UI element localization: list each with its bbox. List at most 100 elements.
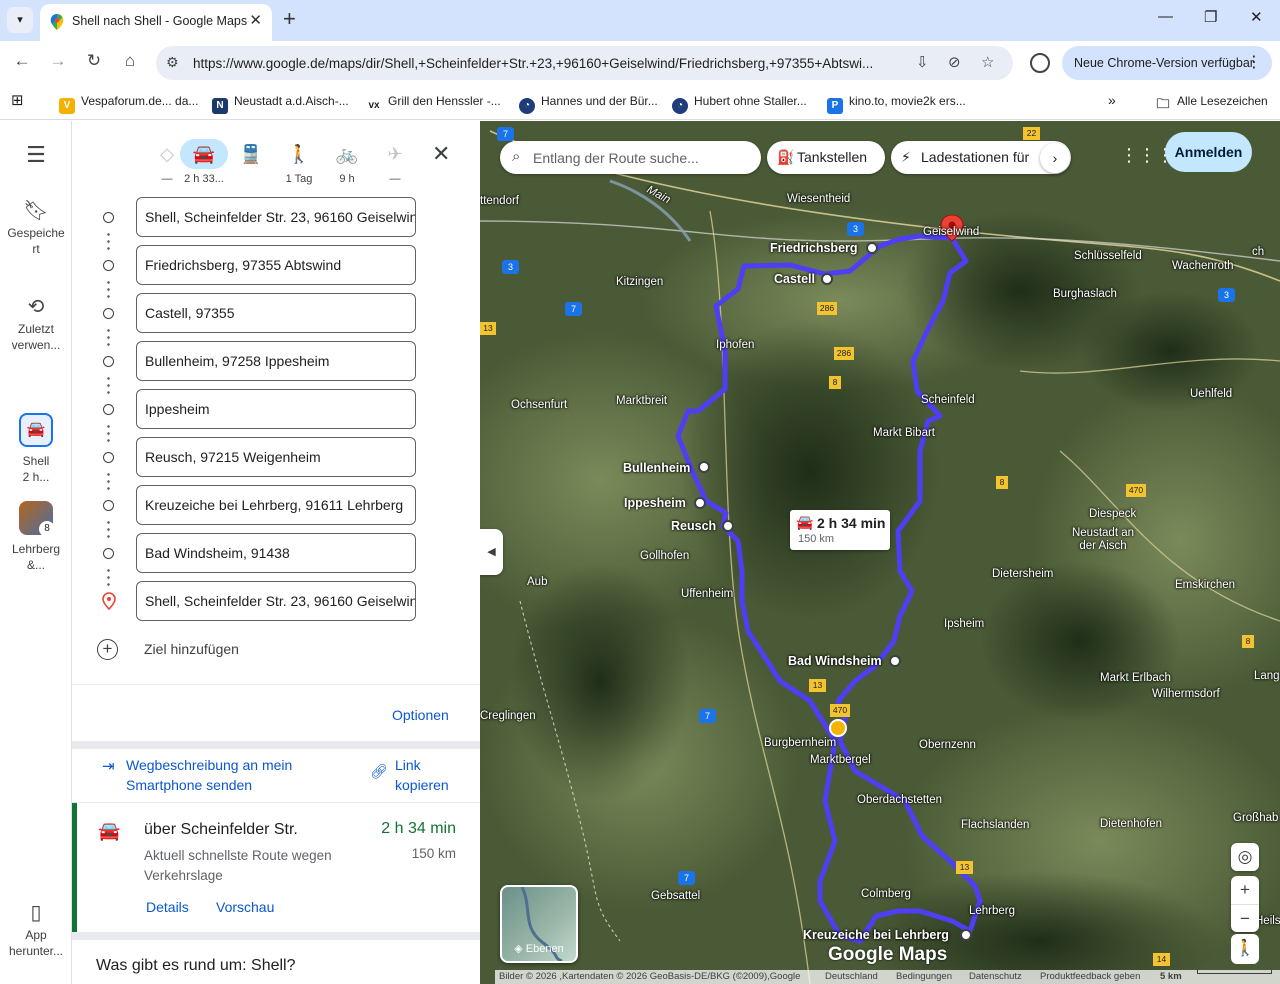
waypoint-marker[interactable] [960, 929, 972, 941]
bookmark-item[interactable]: N Neustadt a.d.Aisch-... [212, 94, 349, 114]
road-shield-b14: 14 [1153, 953, 1170, 966]
add-destination-button[interactable]: + Ziel hinzufügen [72, 637, 480, 661]
copy-link[interactable]: Link kopieren [395, 755, 465, 795]
my-location-icon[interactable]: ◎ [1231, 843, 1259, 871]
mode-transit[interactable]: 🚆 [228, 139, 274, 173]
satellite-map[interactable] [480, 121, 1280, 984]
minimize-icon[interactable]: — [1158, 8, 1173, 25]
tab-close-icon[interactable]: ✕ [249, 11, 262, 29]
waypoint-row: Kreuzeiche bei Lehrberg, 91611 Lehrberg [72, 485, 480, 539]
app-download-button[interactable]: ▯ App herunter... [0, 903, 72, 959]
details-link[interactable]: Details [146, 899, 189, 915]
waypoint-circle-icon [103, 452, 114, 463]
more-bookmarks-icon[interactable]: » [1108, 92, 1116, 108]
privacy-link[interactable]: Datenschutz [969, 970, 1022, 984]
layers-button[interactable]: ◈ Ebenen [500, 885, 578, 963]
maps-pin-icon [50, 14, 64, 30]
site-info-icon[interactable]: ⚙ [166, 54, 179, 71]
waypoint-marker[interactable] [821, 273, 833, 285]
window-close-icon[interactable]: ✕ [1250, 8, 1263, 26]
install-icon[interactable]: ⇩ [916, 53, 929, 71]
share-row: ⇥ Wegbeschreibung an mein Smartphone sen… [72, 749, 480, 801]
zoom-out-button[interactable]: − [1231, 904, 1259, 932]
mode-bike[interactable]: 🚲 9 h [324, 139, 370, 185]
star-icon[interactable]: ☆ [981, 53, 994, 71]
map-footer: Bilder © 2026 ,Kartendaten © 2026 GeoBas… [495, 970, 1280, 984]
address-bar[interactable]: ⚙ https://www.google.de/maps/dir/Shell,+… [156, 46, 1013, 80]
waypoint-marker[interactable] [866, 242, 878, 254]
recent-lehrberg-route[interactable]: 8 Lehrberg &... [0, 501, 72, 573]
waypoint-input[interactable]: Kreuzeiche bei Lehrberg, 91611 Lehrberg [136, 485, 416, 525]
waypoint-row: Bullenheim, 97258 Ippesheim [72, 341, 480, 395]
street-view-pegman-icon[interactable]: 🚶 [1231, 934, 1259, 964]
waypoint-marker[interactable] [889, 655, 901, 667]
map-canvas[interactable]: 7 22 3 3 3 13 286 286 8 8 8 470 470 13 7… [480, 121, 1280, 984]
saved-button[interactable]: 🔖︎ Gespeichert [0, 201, 72, 257]
url-text[interactable]: https://www.google.de/maps/dir/Shell,+Sc… [193, 56, 905, 71]
waypoint-input[interactable]: Friedrichsberg, 97355 Abtswind [136, 245, 416, 285]
preview-link[interactable]: Vorschau [216, 899, 274, 915]
feedback-link[interactable]: Produktfeedback geben [1040, 970, 1140, 984]
all-bookmarks[interactable]: 🗀 Alle Lesezeichen [1155, 94, 1267, 112]
send-to-phone-link[interactable]: Wegbeschreibung an mein Smartphone sende… [126, 755, 326, 795]
scale-label: 5 km [1160, 971, 1182, 982]
chevron-right-icon[interactable]: › [1040, 143, 1070, 173]
destination-input[interactable]: Shell, Scheinfelder Str. 23, 96160 Geise… [136, 581, 416, 621]
terms-link[interactable]: Bedingungen [896, 970, 952, 984]
new-tab-button[interactable]: + [283, 7, 296, 31]
bookmark-item[interactable]: ◔ Hannes und der Bür... [519, 94, 658, 114]
train-icon: 🚆 [239, 144, 263, 164]
route-search-input[interactable]: ⌕ Entlang der Route suche... [500, 141, 761, 174]
chrome-update-button[interactable]: Neue Chrome-Version verfügbar ⋮ [1062, 46, 1272, 80]
waypoint-marker[interactable] [698, 461, 710, 473]
car-icon: 🚘 [19, 413, 53, 447]
restore-icon[interactable]: ❐ [1204, 8, 1217, 26]
forward-icon[interactable]: → [47, 51, 69, 71]
recent-button[interactable]: ⟲ Zuletzt verwen... [0, 297, 72, 353]
walk-icon: 🚶 [287, 144, 311, 164]
road-shield-b13: 13 [480, 322, 496, 335]
bookmark-item[interactable]: ◔ Hubert ohne Staller... [672, 94, 807, 114]
mode-car[interactable]: 🚘 2 h 33... [180, 139, 228, 185]
menu-button[interactable]: ☰ [0, 144, 72, 169]
bookmark-item[interactable]: Pkino.to, movie2k ers... [827, 94, 966, 114]
reload-icon[interactable]: ↻ [83, 51, 105, 71]
apps-grid-icon[interactable]: ⊞ [11, 91, 24, 109]
route-duration-tooltip[interactable]: 🚘 2 h 34 min 150 km [790, 510, 890, 550]
country-link[interactable]: Deutschland [825, 970, 878, 984]
recent-shell-route[interactable]: 🚘 Shell 2 h... [0, 413, 72, 485]
gas-stations-chip[interactable]: ⛽ Tankstellen [767, 141, 885, 174]
waypoint-marker[interactable] [722, 520, 734, 532]
waypoint-input[interactable]: Reusch, 97215 Weigenheim [136, 437, 416, 477]
menu-dots-icon[interactable]: ⋮ [1246, 46, 1262, 80]
road-shield-a7: 7 [565, 302, 582, 316]
waypoint-input[interactable]: Castell, 97355 [136, 293, 416, 333]
bookmark-item[interactable]: vx Grill den Henssler -... [366, 94, 501, 114]
bookmark-item[interactable]: V Vespaforum.de... da... [59, 94, 198, 114]
zoom-in-button[interactable]: + [1231, 876, 1259, 904]
mode-walk[interactable]: 🚶 1 Tag [276, 139, 322, 185]
profile-icon[interactable] [1030, 53, 1050, 73]
tab-search-button[interactable]: ▾ [7, 7, 33, 33]
eye-off-icon[interactable]: ⊘ [948, 53, 961, 71]
signin-button[interactable]: Anmelden [1165, 132, 1252, 172]
waypoint-marker[interactable] [694, 497, 706, 509]
close-directions-icon[interactable]: ✕ [432, 139, 450, 169]
route-description: Aktuell schnellste Route wegen Verkehrsl… [144, 848, 332, 883]
back-icon[interactable]: ← [11, 51, 33, 71]
road-shield-b13: 13 [956, 861, 973, 874]
browser-tab-active[interactable]: Shell nach Shell - Google Maps ✕ [40, 4, 272, 41]
tab-title: Shell nach Shell - Google Maps [72, 14, 248, 28]
waypoint-input[interactable]: Bad Windsheim, 91438 [136, 533, 416, 573]
mode-flight[interactable]: ✈ — [372, 139, 418, 185]
link-icon: 🔗︎ [370, 763, 388, 779]
road-shield-b470: 470 [830, 704, 850, 717]
collapse-panel-button[interactable]: ◀ [480, 529, 503, 575]
traffic-incident-icon[interactable] [829, 719, 847, 737]
waypoint-input[interactable]: Bullenheim, 97258 Ippesheim [136, 341, 416, 381]
options-link[interactable]: Optionen [392, 707, 449, 723]
waypoint-input[interactable]: Shell, Scheinfelder Str. 23, 96160 Geise… [136, 197, 416, 237]
home-icon[interactable]: ⌂ [119, 51, 141, 71]
route-option[interactable]: 🚘 über Scheinfelder Str. 2 h 34 min Aktu… [72, 802, 480, 933]
waypoint-input[interactable]: Ippesheim [136, 389, 416, 429]
